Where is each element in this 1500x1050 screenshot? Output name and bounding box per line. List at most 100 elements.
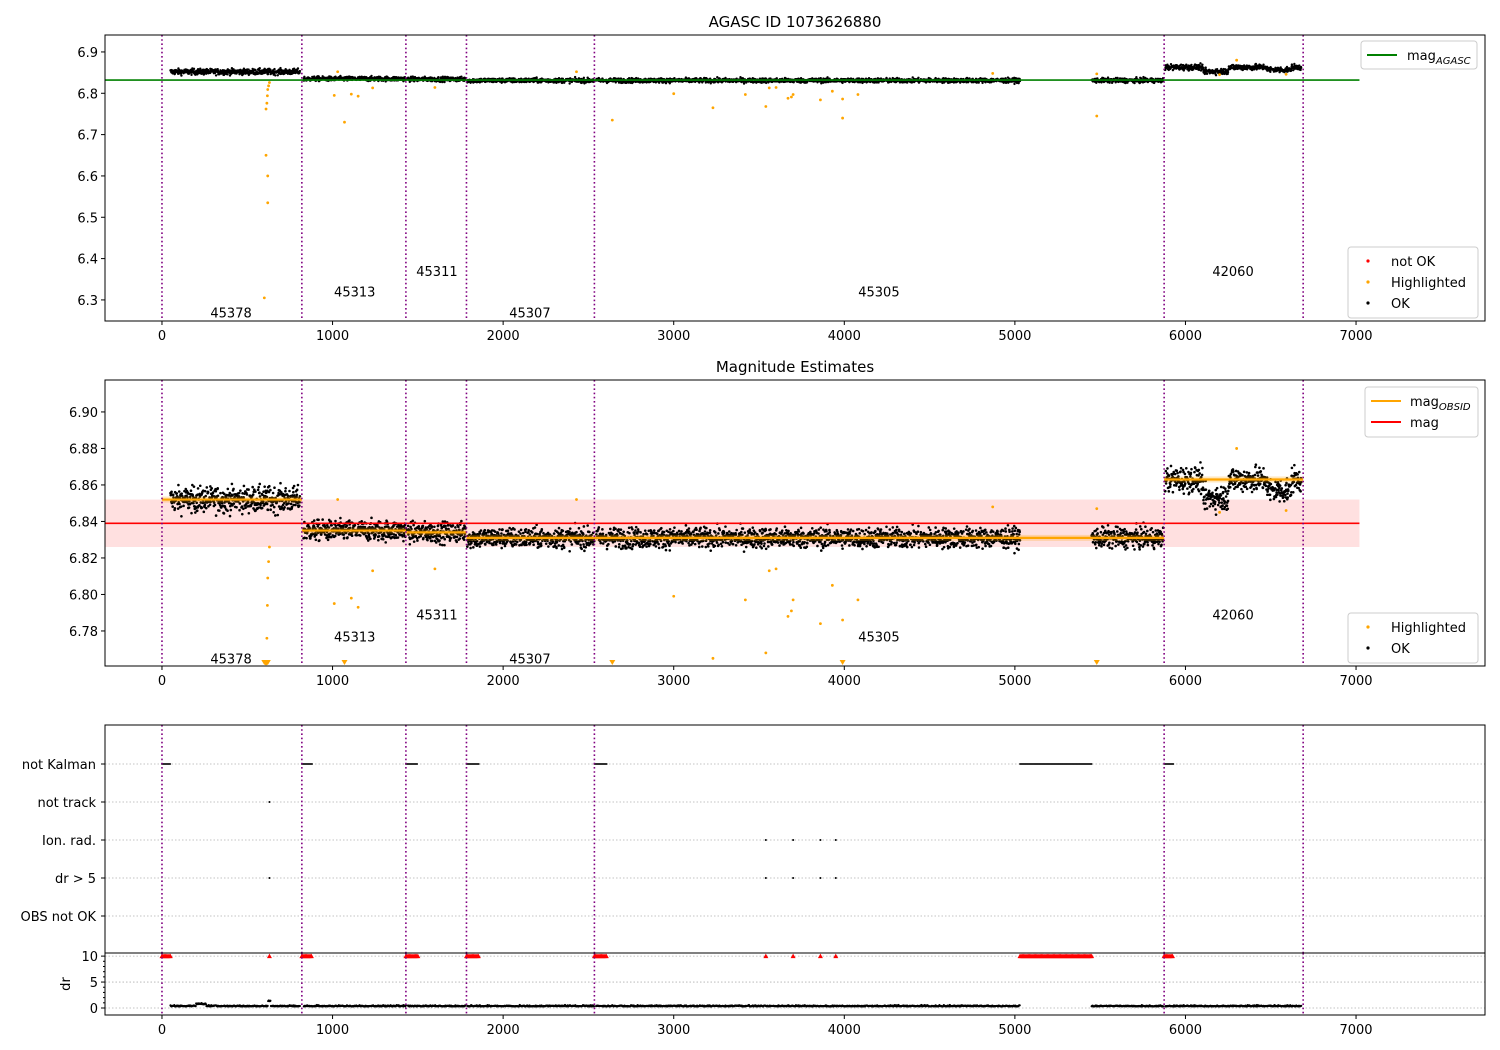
ok-point bbox=[370, 516, 373, 520]
x-tick-label: 3000 bbox=[657, 329, 690, 344]
ok-point bbox=[180, 514, 183, 518]
ok-point bbox=[238, 508, 241, 512]
ok-point bbox=[334, 519, 337, 523]
ok-point bbox=[214, 74, 218, 77]
ok-point bbox=[214, 514, 218, 517]
ok-point bbox=[444, 524, 447, 528]
ok-point bbox=[1299, 66, 1303, 70]
ok-point bbox=[657, 81, 661, 84]
highlighted-point bbox=[268, 81, 271, 84]
ok-point bbox=[173, 506, 177, 510]
ok-point bbox=[213, 503, 217, 507]
legend-label: not OK bbox=[1391, 255, 1436, 270]
ok-point bbox=[433, 525, 436, 529]
ok-point bbox=[384, 541, 388, 544]
highlighted-point bbox=[786, 96, 790, 100]
ok-point bbox=[206, 491, 210, 494]
ok-point bbox=[457, 525, 460, 529]
ok-point bbox=[232, 487, 235, 491]
highlighted-point bbox=[774, 86, 778, 89]
ok-point bbox=[190, 73, 193, 77]
ok-point bbox=[274, 514, 277, 517]
ok-point bbox=[346, 536, 349, 539]
ok-point bbox=[203, 503, 207, 507]
ok-point bbox=[230, 482, 234, 486]
ok-point bbox=[329, 520, 333, 523]
ok-point bbox=[455, 535, 459, 539]
ok-point bbox=[260, 506, 264, 510]
obsid-label: 45305 bbox=[858, 286, 899, 301]
ok-point bbox=[202, 510, 206, 514]
ok-point bbox=[171, 493, 175, 497]
ok-point bbox=[1133, 81, 1136, 85]
highlighted-point bbox=[991, 72, 995, 75]
legend-marker-swatch bbox=[1366, 259, 1370, 263]
ok-point bbox=[245, 493, 249, 496]
ok-point bbox=[333, 534, 337, 538]
ok-point bbox=[317, 518, 320, 522]
legend: not OK Highlighted OK bbox=[1347, 246, 1479, 319]
ok-point bbox=[218, 509, 221, 512]
legend-label-main: mag bbox=[1407, 49, 1436, 64]
ok-point bbox=[342, 536, 346, 540]
ok-point bbox=[269, 488, 272, 492]
ok-point bbox=[272, 510, 275, 514]
y-tick-label: 6.3 bbox=[77, 294, 98, 309]
ok-point bbox=[256, 488, 260, 492]
ok-point bbox=[1299, 68, 1302, 72]
ok-point bbox=[242, 484, 246, 488]
highlighted-point bbox=[841, 97, 844, 101]
ok-point bbox=[276, 74, 279, 77]
legend-label: OK bbox=[1391, 297, 1410, 312]
ok-point bbox=[582, 76, 586, 80]
ok-point bbox=[429, 535, 433, 538]
ok-point bbox=[339, 516, 342, 520]
ok-point bbox=[408, 542, 412, 546]
x-tick-label: 2000 bbox=[487, 329, 520, 344]
ok-point bbox=[294, 503, 297, 507]
y-tick-label: 6.9 bbox=[77, 46, 98, 61]
ok-point bbox=[258, 67, 261, 70]
ok-point bbox=[271, 503, 274, 507]
ok-point bbox=[421, 524, 425, 528]
ok-point bbox=[272, 505, 276, 509]
ok-point bbox=[1214, 74, 1218, 77]
ok-point bbox=[268, 484, 271, 488]
highlighted-point bbox=[1095, 72, 1099, 76]
legend-label-main: Highlighted bbox=[1391, 276, 1466, 291]
highlighted-point bbox=[764, 105, 768, 108]
ok-point bbox=[187, 506, 191, 509]
highlighted-point bbox=[1284, 72, 1288, 76]
ok-point bbox=[226, 487, 230, 491]
x-tick-label: 0 bbox=[158, 329, 166, 344]
ok-point bbox=[742, 82, 746, 85]
ok-point bbox=[573, 75, 577, 79]
ok-point bbox=[1269, 70, 1272, 74]
ok-point bbox=[449, 536, 453, 540]
ok-point bbox=[296, 67, 300, 70]
ok-point bbox=[314, 538, 318, 542]
highlighted-point bbox=[1095, 114, 1099, 118]
ok-point bbox=[235, 506, 238, 509]
ok-point bbox=[216, 487, 220, 490]
ok-point bbox=[239, 489, 242, 492]
ok-point bbox=[277, 505, 281, 508]
ok-point bbox=[443, 543, 446, 547]
ok-point bbox=[417, 524, 421, 528]
ok-point bbox=[240, 505, 244, 508]
ok-point bbox=[179, 505, 183, 508]
ok-point bbox=[1013, 82, 1016, 86]
ok-point bbox=[238, 502, 242, 505]
ok-point bbox=[292, 484, 296, 488]
ok-point bbox=[229, 508, 233, 512]
highlighted-point bbox=[343, 120, 346, 124]
ok-point bbox=[258, 491, 261, 494]
ok-point bbox=[266, 508, 270, 512]
ok-point bbox=[416, 539, 419, 542]
ok-point bbox=[228, 514, 232, 518]
ok-point bbox=[305, 536, 308, 540]
ok-point bbox=[284, 486, 287, 490]
ok-point bbox=[437, 76, 440, 79]
ok-point bbox=[182, 504, 185, 508]
x-tick-label: 1000 bbox=[316, 329, 349, 344]
